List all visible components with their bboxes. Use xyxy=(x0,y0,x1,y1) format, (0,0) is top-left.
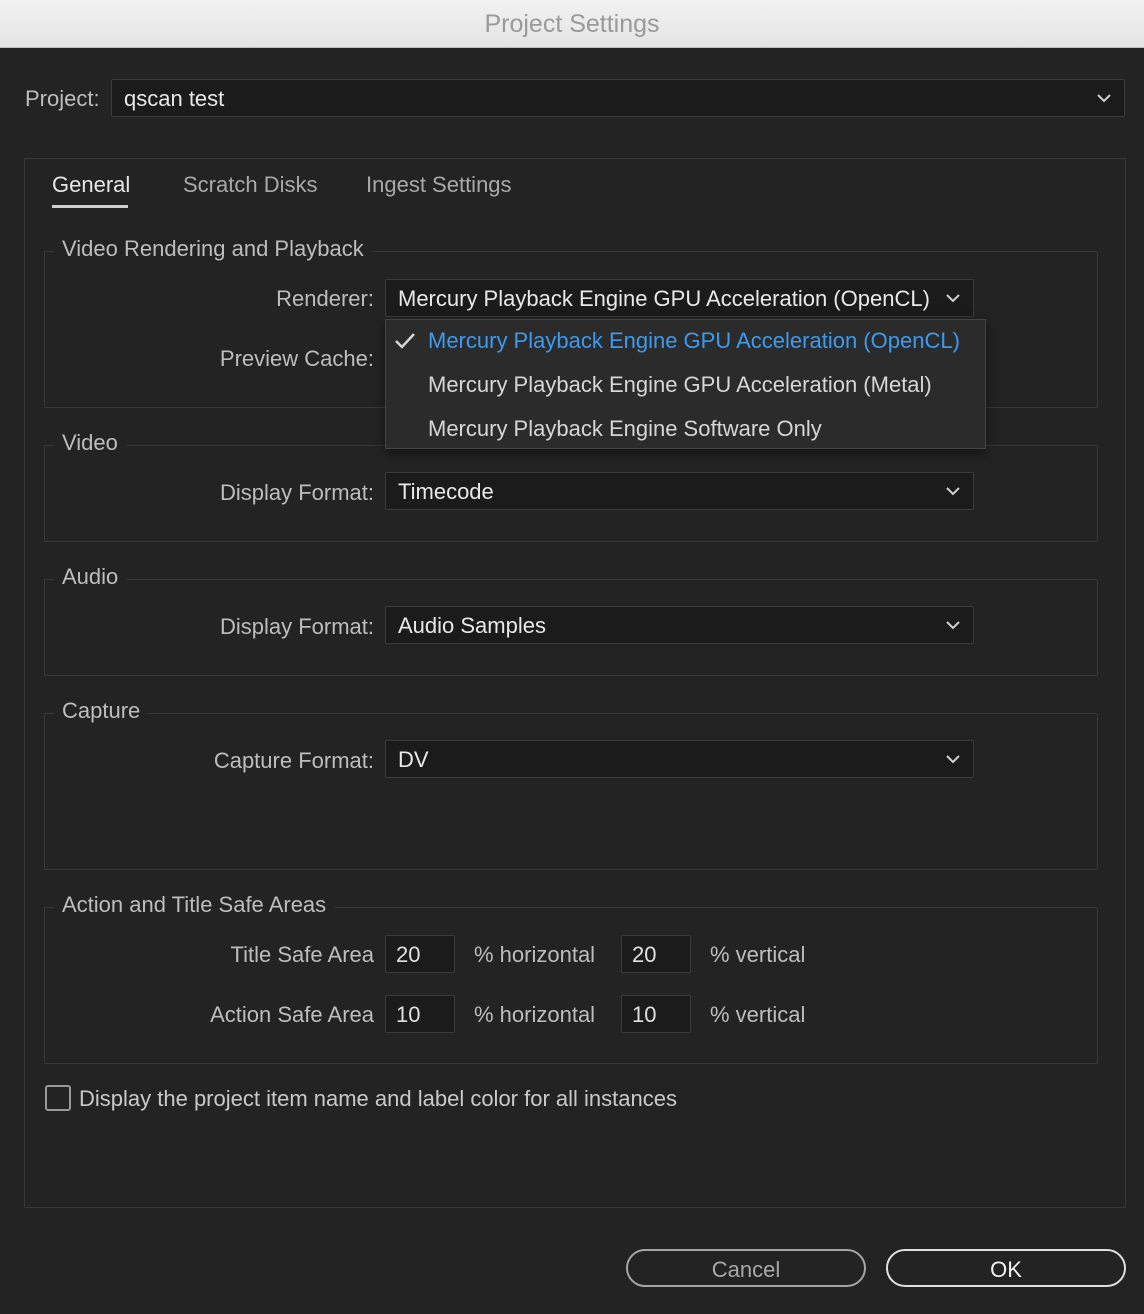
title-safe-vertical-unit: % vertical xyxy=(710,942,806,967)
cancel-button[interactable]: Cancel xyxy=(626,1249,866,1287)
title-safe-horizontal-input[interactable]: 20 xyxy=(385,935,455,973)
window-title: Project Settings xyxy=(484,10,660,38)
safe-areas-legend: Action and Title Safe Areas xyxy=(54,892,335,918)
tab-scratch-disks[interactable]: Scratch Disks xyxy=(183,172,317,198)
project-select[interactable]: qscan test xyxy=(111,79,1125,117)
audio-display-format-value: Audio Samples xyxy=(398,613,546,638)
tab-ingest-settings[interactable]: Ingest Settings xyxy=(366,172,512,198)
title-safe-label: Title Safe Area xyxy=(230,942,374,967)
preview-cache-label: Preview Cache: xyxy=(219,346,374,371)
active-tab-indicator xyxy=(52,205,128,208)
chevron-down-icon xyxy=(946,487,960,496)
video-rendering-legend: Video Rendering and Playback xyxy=(54,236,372,262)
project-select-value: qscan test xyxy=(124,86,225,111)
safe-areas-group xyxy=(44,907,1098,1064)
chevron-down-icon xyxy=(946,294,960,303)
action-safe-label: Action Safe Area xyxy=(210,1002,374,1027)
chevron-down-icon xyxy=(1097,94,1111,103)
renderer-option-metal[interactable]: Mercury Playback Engine GPU Acceleration… xyxy=(386,364,985,408)
video-display-format-select[interactable]: Timecode xyxy=(385,472,974,510)
project-label: Project: xyxy=(25,86,100,111)
renderer-option-label: Mercury Playback Engine Software Only xyxy=(428,416,822,441)
chevron-down-icon xyxy=(946,755,960,764)
capture-format-label: Capture Format: xyxy=(213,748,374,773)
audio-legend: Audio xyxy=(54,564,127,590)
title-safe-horizontal-unit: % horizontal xyxy=(474,942,596,967)
video-display-format-value: Timecode xyxy=(398,479,494,504)
window-titlebar: Project Settings xyxy=(0,0,1144,48)
action-safe-vertical-input[interactable]: 10 xyxy=(621,995,691,1033)
action-safe-horizontal-input[interactable]: 10 xyxy=(385,995,455,1033)
capture-legend: Capture xyxy=(54,698,149,724)
renderer-option-label: Mercury Playback Engine GPU Acceleration… xyxy=(428,372,932,397)
renderer-select[interactable]: Mercury Playback Engine GPU Acceleration… xyxy=(385,279,974,317)
video-display-format-label: Display Format: xyxy=(219,480,374,505)
renderer-dropdown-menu: Mercury Playback Engine GPU Acceleration… xyxy=(385,319,986,449)
display-label-color-checkbox-label: Display the project item name and label … xyxy=(79,1086,677,1111)
tab-general[interactable]: General xyxy=(52,172,130,198)
chevron-down-icon xyxy=(946,621,960,630)
renderer-option-label: Mercury Playback Engine GPU Acceleration… xyxy=(428,328,960,353)
ok-button[interactable]: OK xyxy=(886,1249,1126,1287)
video-legend: Video xyxy=(54,430,126,456)
capture-group xyxy=(44,713,1098,870)
audio-display-format-label: Display Format: xyxy=(219,614,374,639)
capture-format-select[interactable]: DV xyxy=(385,740,974,778)
renderer-option-software[interactable]: Mercury Playback Engine Software Only xyxy=(386,408,985,450)
renderer-option-opencl[interactable]: Mercury Playback Engine GPU Acceleration… xyxy=(386,320,985,364)
action-safe-horizontal-unit: % horizontal xyxy=(474,1002,596,1027)
title-safe-vertical-input[interactable]: 20 xyxy=(621,935,691,973)
capture-format-value: DV xyxy=(398,747,429,772)
renderer-select-value: Mercury Playback Engine GPU Acceleration… xyxy=(398,286,930,311)
checkmark-icon xyxy=(395,333,415,349)
audio-display-format-select[interactable]: Audio Samples xyxy=(385,606,974,644)
renderer-label: Renderer: xyxy=(276,286,374,311)
display-label-color-checkbox[interactable] xyxy=(45,1085,71,1111)
action-safe-vertical-unit: % vertical xyxy=(710,1002,806,1027)
